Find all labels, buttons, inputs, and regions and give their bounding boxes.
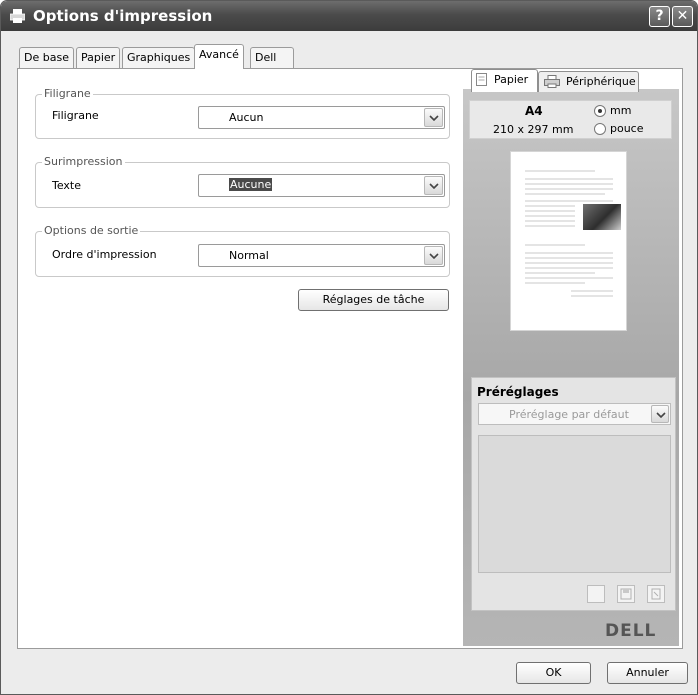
print-options-dialog: Options d'impression ? ✕ De base Papier … xyxy=(0,0,698,695)
delete-preset-icon[interactable] xyxy=(647,585,665,603)
ok-button[interactable]: OK xyxy=(516,662,591,684)
tab-preview-peripherique-label: Périphérique xyxy=(566,75,636,88)
watermark-select[interactable]: Aucun xyxy=(198,106,445,129)
overlay-group-title: Surimpression xyxy=(42,155,125,168)
output-options-group: Options de sortie Ordre d'impression Nor… xyxy=(35,224,450,277)
dropdown-arrow-icon[interactable] xyxy=(424,246,443,265)
print-order-select[interactable]: Normal xyxy=(198,244,445,267)
overlay-group: Surimpression Texte Aucune xyxy=(35,155,450,208)
overlay-select[interactable]: Aucune xyxy=(198,174,445,197)
cancel-button[interactable]: Annuler xyxy=(607,662,688,684)
new-preset-icon[interactable] xyxy=(587,585,605,603)
overlay-value: Aucune xyxy=(229,178,273,191)
tab-papier[interactable]: Papier xyxy=(76,47,121,68)
save-preset-icon[interactable] xyxy=(617,585,635,603)
watermark-value: Aucun xyxy=(229,111,264,124)
title-bar: Options d'impression ? ✕ xyxy=(1,1,697,31)
preset-select-value: Préréglage par défaut xyxy=(509,408,629,421)
paper-info: A4 210 x 297 mm mm pouce xyxy=(469,100,672,139)
help-icon: ? xyxy=(655,8,664,24)
dell-logo: DELL xyxy=(605,621,657,641)
paper-dimensions: 210 x 297 mm xyxy=(493,123,574,136)
paper-size-name: A4 xyxy=(525,104,543,118)
preset-list[interactable] xyxy=(478,435,671,573)
printer-icon xyxy=(9,9,26,23)
dropdown-arrow-icon[interactable] xyxy=(424,176,443,195)
tab-avance[interactable]: Avancé xyxy=(194,44,244,69)
watermark-group: Filigrane Filigrane Aucun xyxy=(35,87,450,139)
page-preview xyxy=(510,151,627,331)
tab-dell[interactable]: Dell xyxy=(250,47,294,68)
unit-mm-label: mm xyxy=(610,104,632,117)
close-button[interactable]: ✕ xyxy=(672,6,693,27)
job-settings-button[interactable]: Réglages de tâche xyxy=(298,289,449,311)
watermark-group-title: Filigrane xyxy=(42,87,93,100)
tab-preview-papier-label: Papier xyxy=(494,73,529,86)
device-icon xyxy=(544,75,560,88)
tab-graphiques[interactable]: Graphiques xyxy=(122,47,196,68)
print-order-value: Normal xyxy=(229,249,269,262)
preset-select[interactable]: Préréglage par défaut xyxy=(478,403,671,425)
tab-preview-papier[interactable]: Papier xyxy=(471,69,538,92)
unit-pouce-radio[interactable] xyxy=(594,123,606,135)
dropdown-arrow-icon[interactable] xyxy=(424,108,443,127)
overlay-text-label: Texte xyxy=(52,179,82,192)
presets-title: Préréglages xyxy=(477,385,559,399)
window-title: Options d'impression xyxy=(33,7,213,25)
dropdown-arrow-icon[interactable] xyxy=(651,405,669,423)
tab-preview-peripherique[interactable]: Périphérique xyxy=(538,71,639,92)
presets-panel: Préréglages Préréglage par défaut xyxy=(471,377,676,611)
unit-pouce-label: pouce xyxy=(610,122,644,135)
watermark-label: Filigrane xyxy=(52,109,99,122)
output-group-title: Options de sortie xyxy=(42,224,141,237)
close-icon: ✕ xyxy=(676,8,689,24)
paper-icon xyxy=(476,73,487,86)
help-button[interactable]: ? xyxy=(649,6,670,27)
unit-mm-radio[interactable] xyxy=(594,105,606,117)
tab-de-base[interactable]: De base xyxy=(19,47,74,68)
preview-image xyxy=(583,204,621,230)
print-order-label: Ordre d'impression xyxy=(52,248,157,261)
